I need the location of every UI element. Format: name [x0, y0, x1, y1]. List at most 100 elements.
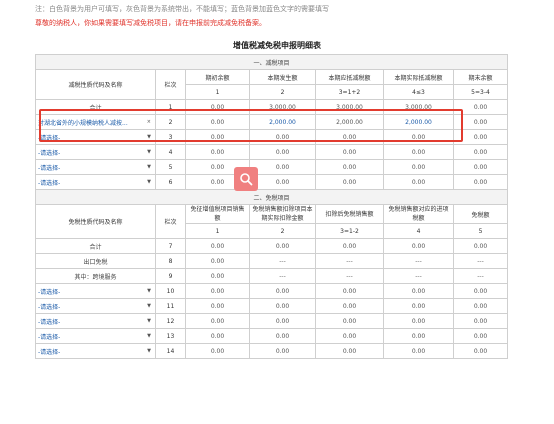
- header-after-deduction: 扣除后免税销售额: [315, 204, 384, 224]
- cell[interactable]: 0.00: [383, 283, 454, 299]
- table-row: -请选择- ▼ 4 0.00 0.00 0.00 0.00 0.00: [35, 144, 508, 160]
- subheader: 3=1-2: [315, 223, 384, 239]
- subheader: 1: [185, 84, 250, 100]
- cell[interactable]: 0.00: [383, 174, 454, 190]
- header-exemption-type: 免税性质代码及名称: [35, 204, 156, 239]
- cell[interactable]: 0.00: [383, 129, 454, 145]
- cell: ---: [249, 268, 316, 284]
- cell[interactable]: 0.00: [249, 283, 316, 299]
- cell[interactable]: 0.00: [185, 268, 250, 284]
- table-row: 对湖北省外的小规模纳税人减按... × 2 0.00 2,000.00 2,000…: [35, 114, 508, 130]
- subheader: 2: [249, 84, 316, 100]
- reduction-type-select[interactable]: 对湖北省外的小规模纳税人减按... ×: [35, 114, 156, 130]
- cell[interactable]: 0.00: [249, 144, 316, 160]
- exemption-type-select[interactable]: -请选择- ▼: [35, 283, 156, 299]
- dropdown-arrow-icon: ▼: [147, 179, 151, 185]
- select-value: -请选择-: [38, 134, 61, 142]
- cell[interactable]: 0.00: [453, 283, 508, 299]
- cell: 0.00: [453, 129, 508, 145]
- cell[interactable]: 0.00: [249, 343, 316, 359]
- header-line: 栏次: [155, 69, 186, 100]
- select-value: -请选择-: [38, 149, 61, 157]
- row-name: 其中：跨境服务: [35, 268, 156, 284]
- cell[interactable]: 0.00: [185, 283, 250, 299]
- cell[interactable]: 0.00: [185, 298, 250, 314]
- zoom-magnifier-icon[interactable]: [234, 167, 258, 191]
- exemption-type-select[interactable]: -请选择- ▼: [35, 343, 156, 359]
- cell[interactable]: 0.00: [383, 343, 454, 359]
- row-line: 11: [155, 298, 186, 314]
- cell[interactable]: 0.00: [383, 313, 454, 329]
- reduction-type-select[interactable]: -请选择- ▼: [35, 144, 156, 160]
- cell[interactable]: 0.00: [453, 298, 508, 314]
- table-row: -请选择- ▼ 3 0.00 0.00 0.00 0.00 0.00: [35, 129, 508, 145]
- cell[interactable]: 0.00: [185, 253, 250, 269]
- select-value: -请选择-: [38, 318, 61, 326]
- row-line: 4: [155, 144, 186, 160]
- cell[interactable]: 0.00: [383, 328, 454, 344]
- cell[interactable]: 0.00: [249, 174, 316, 190]
- reduction-type-select[interactable]: -请选择- ▼: [35, 174, 156, 190]
- cell[interactable]: 0.00: [383, 298, 454, 314]
- current-amount-input[interactable]: 2,000.00: [249, 114, 316, 130]
- header-exempt-amount: 免税额: [453, 204, 508, 224]
- cell: 0.00: [383, 238, 454, 254]
- cell: ---: [315, 268, 384, 284]
- row-line: 5: [155, 159, 186, 175]
- select-value: -请选择-: [38, 348, 61, 356]
- row-line: 8: [155, 253, 186, 269]
- subheader: 2: [249, 223, 316, 239]
- actual-deducted-input[interactable]: 2,000.00: [383, 114, 454, 130]
- subheader: 1: [185, 223, 250, 239]
- dropdown-arrow-icon: ▼: [147, 149, 151, 155]
- cell[interactable]: 0.00: [453, 328, 508, 344]
- row-name: 合计: [35, 238, 156, 254]
- dropdown-arrow-icon: ▼: [147, 318, 151, 324]
- select-value: 对湖北省外的小规模纳税人减按...: [38, 119, 128, 127]
- dropdown-arrow-icon: ▼: [147, 134, 151, 140]
- cell[interactable]: 0.00: [249, 313, 316, 329]
- reduction-type-select[interactable]: -请选择- ▼: [35, 159, 156, 175]
- cell[interactable]: 0.00: [249, 129, 316, 145]
- bottom-fade: [0, 404, 554, 424]
- header-deductible: 本期应抵减税额: [315, 69, 384, 85]
- cell: 0.00: [315, 159, 384, 175]
- section1-title: 一、减税项目: [35, 54, 508, 70]
- cell[interactable]: 0.00: [453, 343, 508, 359]
- cell[interactable]: 0.00: [185, 114, 250, 130]
- reduction-type-select[interactable]: -请选择- ▼: [35, 129, 156, 145]
- row-line: 7: [155, 238, 186, 254]
- dropdown-arrow-icon: ▼: [147, 288, 151, 294]
- cell: 3,000.00: [249, 99, 316, 115]
- cell[interactable]: 0.00: [453, 313, 508, 329]
- cell: 0.00: [315, 283, 384, 299]
- subheader: 5=3-4: [453, 84, 508, 100]
- cell: ---: [249, 253, 316, 269]
- clear-icon[interactable]: ×: [147, 119, 153, 125]
- cell[interactable]: 0.00: [185, 129, 250, 145]
- cell[interactable]: 0.00: [249, 298, 316, 314]
- cell[interactable]: 0.00: [185, 343, 250, 359]
- cell[interactable]: 0.00: [383, 144, 454, 160]
- cell[interactable]: 0.00: [185, 313, 250, 329]
- cell: 0.00: [315, 129, 384, 145]
- row-name: 合计: [35, 99, 156, 115]
- declaration-table: 一、减税项目 减税性质代码及名称 栏次 期初余额 本期发生额 本期应抵减税额 本…: [35, 54, 508, 359]
- cell: 0.00: [315, 174, 384, 190]
- exemption-type-select[interactable]: -请选择- ▼: [35, 298, 156, 314]
- row-line: 1: [155, 99, 186, 115]
- exemption-type-select[interactable]: -请选择- ▼: [35, 328, 156, 344]
- subheader: 4≤3: [383, 84, 454, 100]
- dropdown-arrow-icon: ▼: [147, 164, 151, 170]
- select-value: -请选择-: [38, 179, 61, 187]
- cell: 0.00: [185, 238, 250, 254]
- cell[interactable]: 0.00: [249, 328, 316, 344]
- cell: 2,000.00: [315, 114, 384, 130]
- table-row: 合计 7 0.00 0.00 0.00 0.00 0.00: [35, 238, 508, 254]
- table-title: 增值税减免税申报明细表: [233, 41, 321, 50]
- exemption-type-select[interactable]: -请选择- ▼: [35, 313, 156, 329]
- cell[interactable]: 0.00: [249, 159, 316, 175]
- cell[interactable]: 0.00: [185, 144, 250, 160]
- cell[interactable]: 0.00: [185, 328, 250, 344]
- cell[interactable]: 0.00: [383, 159, 454, 175]
